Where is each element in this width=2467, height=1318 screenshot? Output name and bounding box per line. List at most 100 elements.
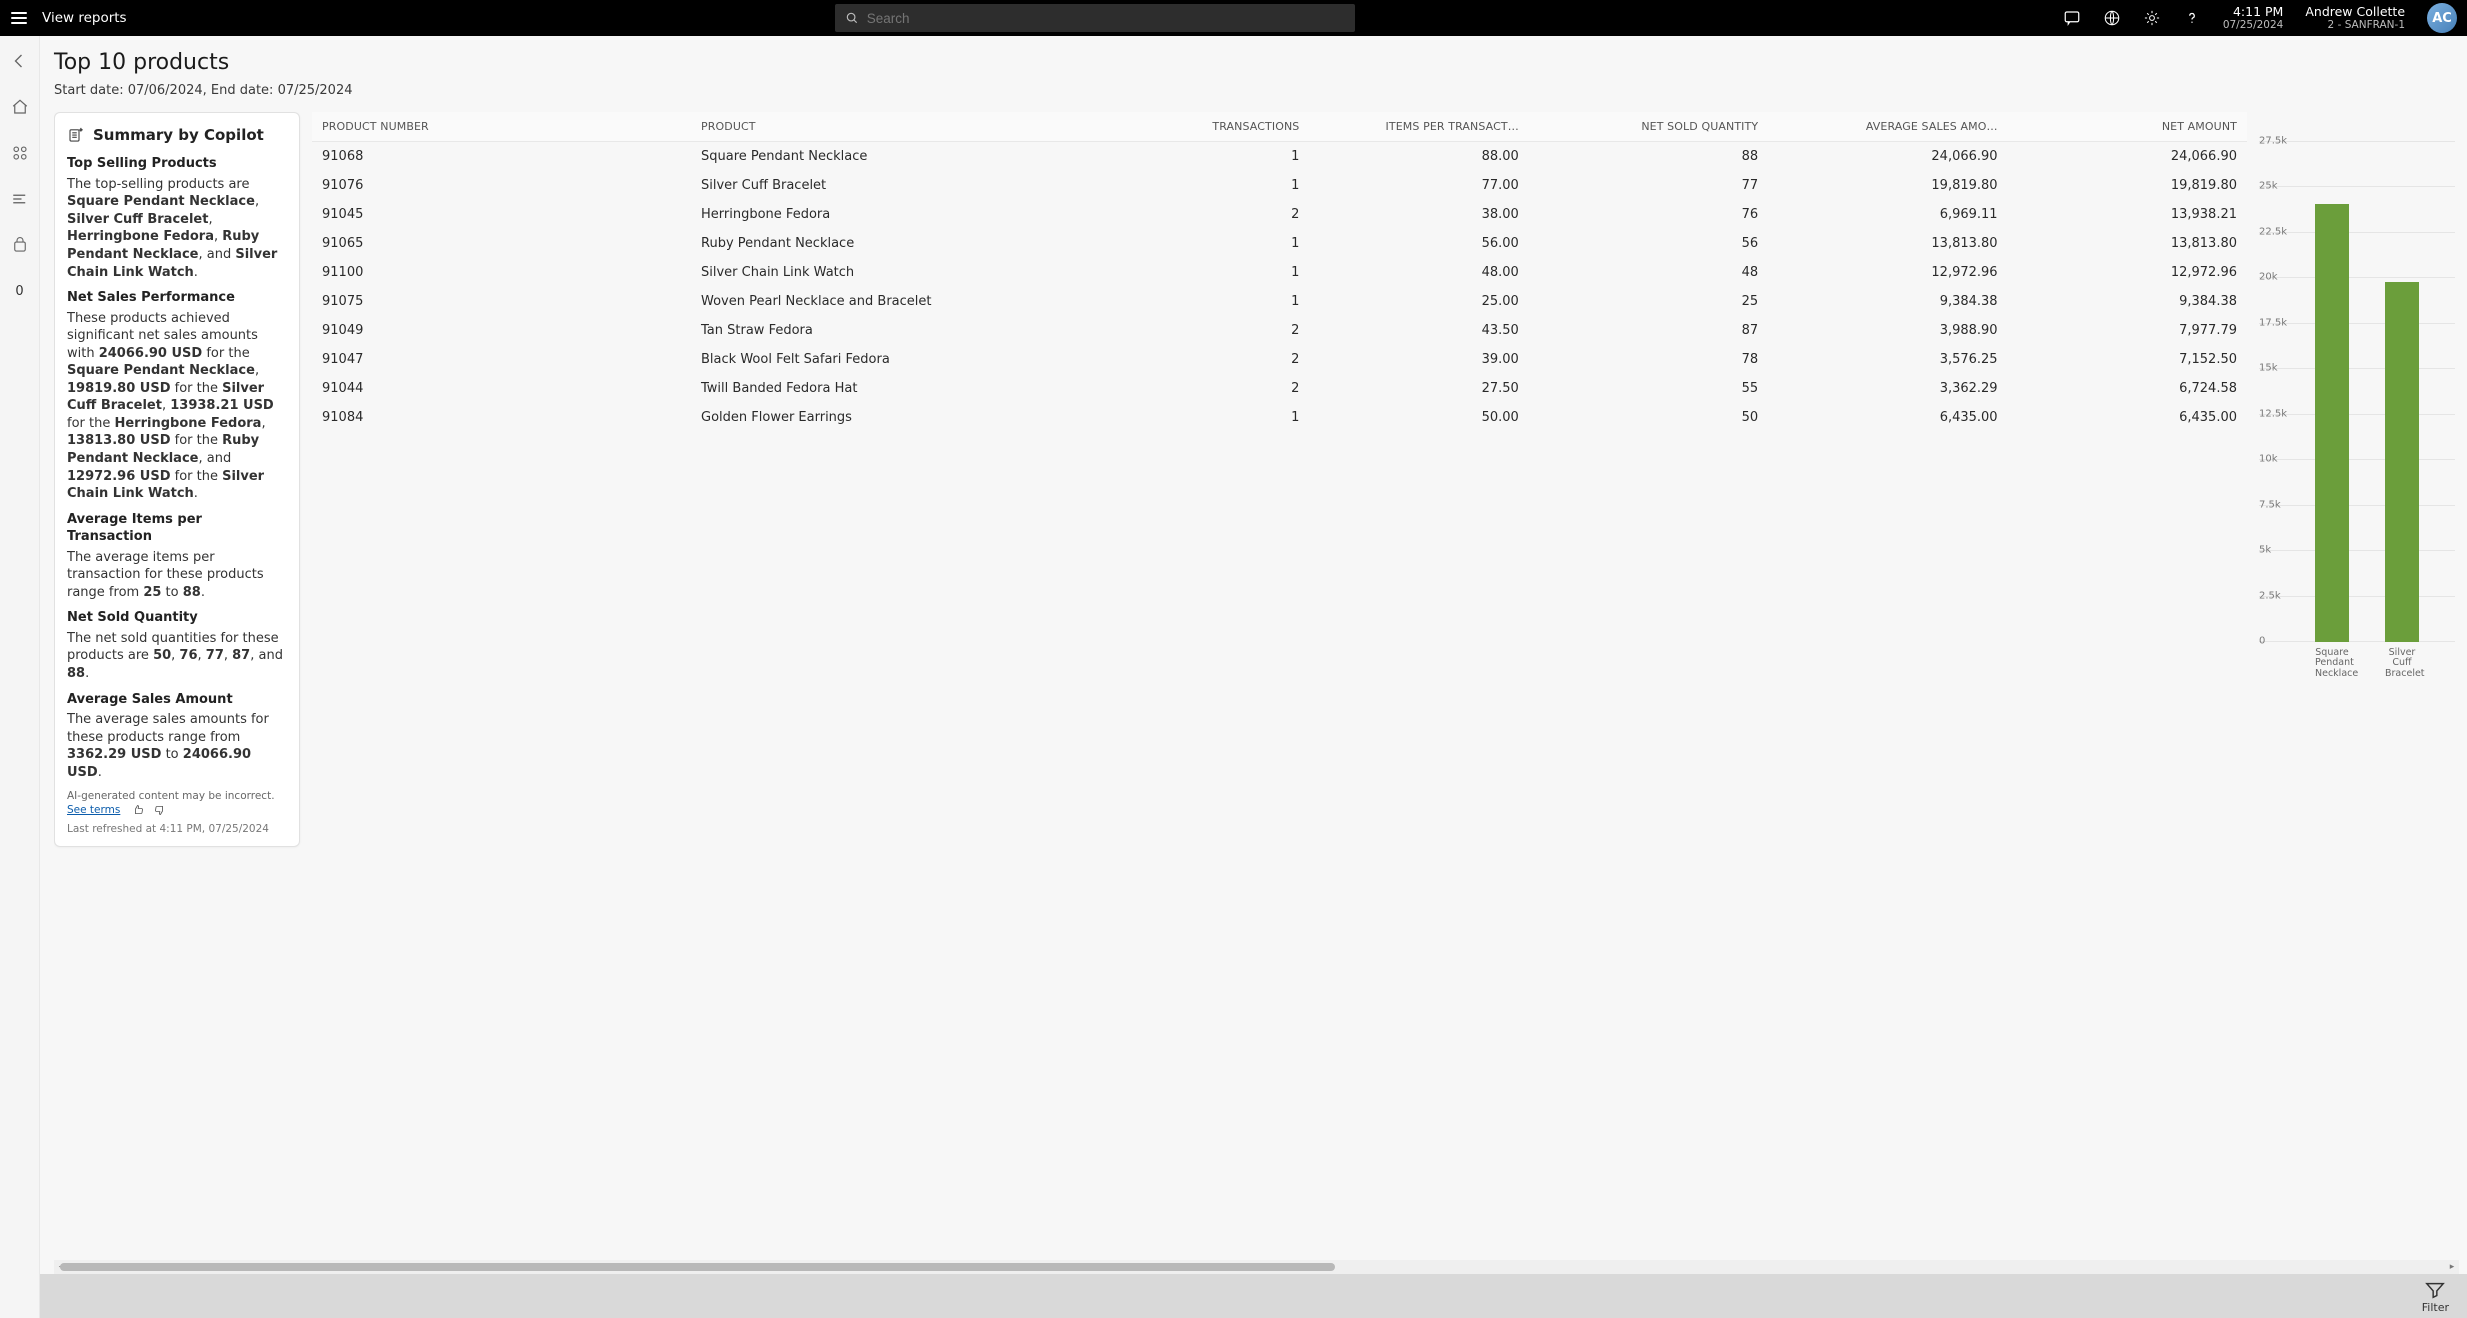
table-row[interactable]: 91049Tan Straw Fedora243.50873,988.907,9… <box>312 316 2247 345</box>
filter-icon <box>2424 1279 2446 1301</box>
thumbs-down-icon[interactable] <box>154 804 166 816</box>
back-icon[interactable] <box>9 50 31 72</box>
table-row[interactable]: 91075Woven Pearl Necklace and Bracelet12… <box>312 287 2247 316</box>
hscroll-right-arrow[interactable]: ▸ <box>2445 1260 2459 1274</box>
cell-items_per_transaction: 48.00 <box>1309 258 1528 287</box>
copilot-last-refreshed: Last refreshed at 4:11 PM, 07/25/2024 <box>67 822 287 836</box>
bag-icon[interactable] <box>9 234 31 256</box>
cell-transactions: 2 <box>1130 374 1310 403</box>
user-context: 2 - SANFRAN-1 <box>2305 19 2405 31</box>
chart-bar[interactable] <box>2385 282 2419 642</box>
hamburger-menu-icon[interactable] <box>10 9 28 27</box>
table-row[interactable]: 91065Ruby Pendant Necklace156.005613,813… <box>312 229 2247 258</box>
column-header-product[interactable]: PRODUCT <box>691 112 1130 142</box>
footer: Filter <box>40 1274 2467 1318</box>
copilot-summary-card: Summary by Copilot Top Selling Products … <box>54 112 300 847</box>
lines-icon[interactable] <box>9 188 31 210</box>
main: Top 10 products Start date: 07/06/2024, … <box>40 36 2467 1318</box>
cell-transactions: 2 <box>1130 316 1310 345</box>
chart-y-tick: 27.5k <box>2259 136 2287 147</box>
hscroll-track[interactable]: ◂ ▸ <box>54 1260 2459 1274</box>
table-row[interactable]: 91100Silver Chain Link Watch148.004812,9… <box>312 258 2247 287</box>
table-row[interactable]: 91045Herringbone Fedora238.00766,969.111… <box>312 200 2247 229</box>
table-row[interactable]: 91044Twill Banded Fedora Hat227.50553,36… <box>312 374 2247 403</box>
filter-button[interactable]: Filter <box>2422 1279 2449 1314</box>
cell-average_sales_amount: 3,576.25 <box>1768 345 2007 374</box>
cell-product_number: 91045 <box>312 200 691 229</box>
column-header-net_amount[interactable]: NET AMOUNT <box>2008 112 2247 142</box>
user-block[interactable]: Andrew Collette 2 - SANFRAN-1 <box>2305 5 2405 31</box>
chart-y-tick: 12.5k <box>2259 408 2287 419</box>
cell-transactions: 1 <box>1130 142 1310 172</box>
cell-average_sales_amount: 24,066.90 <box>1768 142 2007 172</box>
copilot-subheading-netsold: Net Sold Quantity <box>67 609 287 627</box>
cell-transactions: 1 <box>1130 258 1310 287</box>
search-input[interactable] <box>867 11 1345 26</box>
cell-product_number: 91075 <box>312 287 691 316</box>
cell-product: Herringbone Fedora <box>691 200 1130 229</box>
table-row[interactable]: 91084Golden Flower Earrings150.00506,435… <box>312 403 2247 432</box>
avatar[interactable]: AC <box>2427 3 2457 33</box>
cell-net_sold_quantity: 50 <box>1529 403 1768 432</box>
gear-icon[interactable] <box>2143 9 2161 27</box>
app-title: View reports <box>42 10 127 26</box>
cell-net_sold_quantity: 56 <box>1529 229 1768 258</box>
cell-average_sales_amount: 6,969.11 <box>1768 200 2007 229</box>
cell-items_per_transaction: 50.00 <box>1309 403 1528 432</box>
column-header-average_sales_amount[interactable]: AVERAGE SALES AMO… <box>1768 112 2007 142</box>
drawer-count[interactable]: 0 <box>9 280 31 302</box>
home-icon[interactable] <box>9 96 31 118</box>
column-header-items_per_transaction[interactable]: ITEMS PER TRANSACT… <box>1309 112 1528 142</box>
cell-net_sold_quantity: 88 <box>1529 142 1768 172</box>
cell-items_per_transaction: 88.00 <box>1309 142 1528 172</box>
products-table-zone[interactable]: PRODUCT NUMBERPRODUCTTRANSACTIONSITEMS P… <box>312 112 2247 1256</box>
search-icon <box>845 11 859 25</box>
cell-product: Tan Straw Fedora <box>691 316 1130 345</box>
copilot-subheading-avgitems: Average Items per Transaction <box>67 511 287 546</box>
cell-items_per_transaction: 25.00 <box>1309 287 1528 316</box>
cell-net_amount: 7,152.50 <box>2008 345 2247 374</box>
help-icon[interactable] <box>2183 9 2201 27</box>
copilot-body-avgitems: The average items per transaction for th… <box>67 549 287 602</box>
copilot-heading: Summary by Copilot <box>93 125 264 145</box>
thumbs-up-icon[interactable] <box>132 804 144 816</box>
copilot-body-netsold: The net sold quantities for these produc… <box>67 630 287 683</box>
cell-net_amount: 12,972.96 <box>2008 258 2247 287</box>
chat-icon[interactable] <box>2063 9 2081 27</box>
column-header-product_number[interactable]: PRODUCT NUMBER <box>312 112 691 142</box>
puzzle-icon[interactable] <box>9 142 31 164</box>
column-header-transactions[interactable]: TRANSACTIONS <box>1130 112 1310 142</box>
table-row[interactable]: 91047Black Wool Felt Safari Fedora239.00… <box>312 345 2247 374</box>
chart-bar[interactable] <box>2315 204 2349 642</box>
chart-y-tick: 2.5k <box>2259 590 2281 601</box>
cell-net_sold_quantity: 77 <box>1529 171 1768 200</box>
column-header-net_sold_quantity[interactable]: NET SOLD QUANTITY <box>1529 112 1768 142</box>
table-row[interactable]: 91076Silver Cuff Bracelet177.007719,819.… <box>312 171 2247 200</box>
chart-y-tick: 17.5k <box>2259 317 2287 328</box>
copilot-see-terms-link[interactable]: See terms <box>67 804 120 816</box>
cell-net_amount: 19,819.80 <box>2008 171 2247 200</box>
globe-icon[interactable] <box>2103 9 2121 27</box>
cell-product: Black Wool Felt Safari Fedora <box>691 345 1130 374</box>
cell-transactions: 2 <box>1130 345 1310 374</box>
chart-y-tick: 15k <box>2259 363 2278 374</box>
cell-transactions: 1 <box>1130 229 1310 258</box>
hscroll-thumb[interactable] <box>60 1263 1335 1271</box>
cell-net_sold_quantity: 55 <box>1529 374 1768 403</box>
chart-y-tick: 22.5k <box>2259 226 2287 237</box>
cell-transactions: 1 <box>1130 403 1310 432</box>
search-input-wrap[interactable] <box>835 4 1355 32</box>
clock-block: 4:11 PM 07/25/2024 <box>2223 5 2284 31</box>
cell-product_number: 91047 <box>312 345 691 374</box>
copilot-body-top: The top-selling products are Square Pend… <box>67 176 287 281</box>
cell-product_number: 91065 <box>312 229 691 258</box>
cell-net_amount: 6,435.00 <box>2008 403 2247 432</box>
cell-product: Ruby Pendant Necklace <box>691 229 1130 258</box>
chart-y-tick: 20k <box>2259 272 2278 283</box>
cell-transactions: 1 <box>1130 287 1310 316</box>
chart-x-label: Silver Cuff Bracelet <box>2385 648 2419 679</box>
cell-net_sold_quantity: 48 <box>1529 258 1768 287</box>
table-row[interactable]: 91068Square Pendant Necklace188.008824,0… <box>312 142 2247 172</box>
cell-average_sales_amount: 12,972.96 <box>1768 258 2007 287</box>
chart-y-tick: 25k <box>2259 181 2278 192</box>
